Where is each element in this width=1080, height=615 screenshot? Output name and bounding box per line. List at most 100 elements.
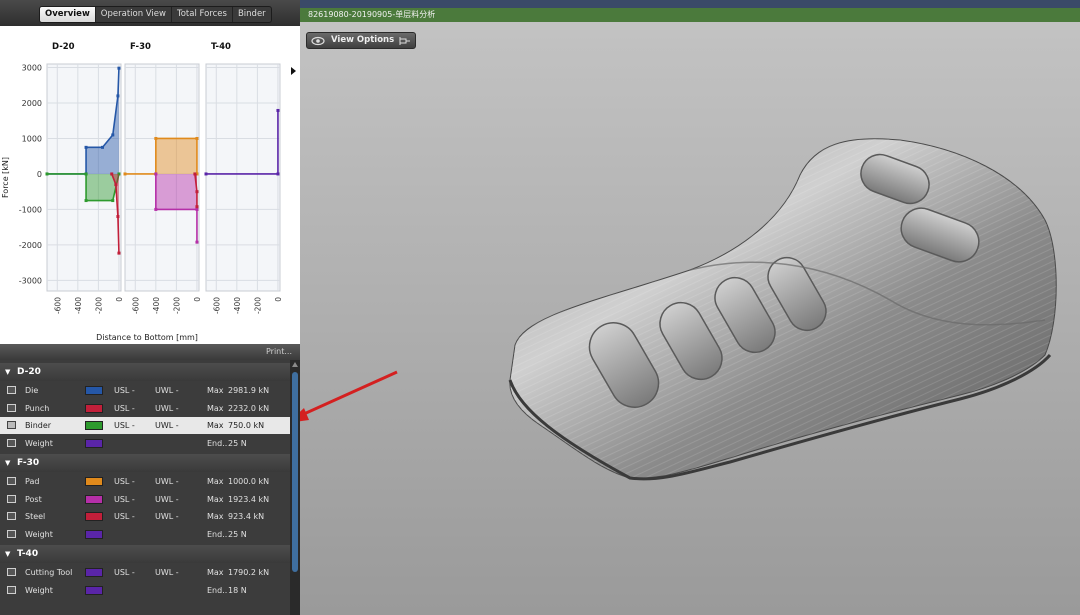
collapse-triangle-icon[interactable]: ▼: [5, 363, 10, 381]
y-tick-label: 1000: [22, 134, 42, 143]
x-tick-label: 0: [274, 297, 283, 302]
usl-value: USL -: [114, 494, 135, 504]
max-label: End..: [207, 585, 228, 595]
chart-view-icon[interactable]: [7, 438, 16, 447]
item-label: Cutting Tool: [25, 568, 73, 577]
color-swatch[interactable]: [85, 529, 103, 539]
item-label: Weight: [25, 529, 53, 539]
window-top-strip: [300, 0, 1080, 8]
force-row-weight[interactable]: Weight End.. 25 N: [0, 525, 290, 543]
x-tick-label: -200: [172, 297, 181, 314]
x-tick-label: 0: [115, 297, 124, 302]
view-options-button[interactable]: View Options: [306, 32, 416, 49]
y-axis-label: Force [kN]: [1, 157, 10, 198]
chart-view-icon[interactable]: [7, 529, 16, 538]
max-label: Max: [207, 477, 224, 486]
max-value: 750.0 kN: [228, 421, 265, 430]
force-row-weight[interactable]: Weight End.. 25 N: [0, 434, 290, 452]
view-tabs: Overview Operation View Total Forces Bin…: [39, 6, 272, 23]
data-point: [276, 108, 280, 112]
color-swatch[interactable]: [85, 421, 103, 430]
x-tick-label: -400: [233, 297, 242, 314]
item-label: Binder: [25, 421, 52, 430]
max-label: Max: [207, 494, 224, 504]
tab-total-forces[interactable]: Total Forces: [172, 7, 233, 22]
chart-view-icon[interactable]: [7, 403, 16, 412]
print-button[interactable]: Print...: [266, 347, 292, 356]
list-scrollbar[interactable]: [290, 360, 300, 615]
force-row-post[interactable]: Post USL - UWL - Max 1923.4 kN: [0, 490, 290, 508]
color-swatch[interactable]: [85, 512, 103, 521]
group-name: D-20: [17, 367, 41, 377]
data-point: [204, 172, 208, 176]
force-row-die[interactable]: Die USL - UWL - Max 2981.9 kN: [0, 382, 290, 399]
color-swatch[interactable]: [85, 403, 103, 413]
color-swatch[interactable]: [85, 494, 103, 504]
data-point: [195, 190, 199, 194]
color-swatch[interactable]: [85, 477, 103, 486]
y-tick-label: -1000: [19, 205, 42, 214]
usl-value: USL -: [114, 386, 135, 395]
max-value: 25 N: [228, 438, 247, 448]
tab-binder[interactable]: Binder: [233, 7, 271, 22]
chart-view-icon[interactable]: [7, 512, 16, 520]
force-row-binder[interactable]: Binder USL - UWL - Max 750.0 kN: [0, 417, 290, 434]
data-point: [117, 251, 121, 255]
chart-view-icon[interactable]: [7, 585, 16, 594]
max-label: Max: [207, 386, 224, 395]
x-axis-label: Distance to Bottom [mm]: [96, 333, 198, 342]
force-chart: Force [kN]3000200010000-1000-2000-3000Di…: [1, 42, 296, 342]
force-chart-panel: Force [kN] 3000 2000 1000 0 -1000 -2000 -3000 Di…: [0, 26, 300, 344]
collapse-triangle-icon[interactable]: ▼: [5, 454, 10, 472]
results-panel: Overview Operation View Total Forces Bin…: [0, 0, 300, 615]
group-header-d-20[interactable]: ▼ D-20: [0, 363, 290, 381]
group-header-t-40[interactable]: ▼ T-40: [0, 545, 290, 563]
force-row-cutting-tool[interactable]: Cutting Tool USL - UWL - Max 1790.2 kN: [0, 564, 290, 581]
3d-viewport[interactable]: 82619080-20190905-单层料分析 View Options: [300, 0, 1080, 615]
eye-icon: [311, 36, 325, 46]
data-point: [195, 136, 199, 140]
uwl-value: UWL -: [155, 494, 179, 504]
next-panel-arrow-icon[interactable]: [291, 67, 296, 75]
color-swatch[interactable]: [85, 438, 103, 448]
tab-overview[interactable]: Overview: [40, 7, 96, 22]
force-row-weight[interactable]: Weight End.. 18 N: [0, 581, 290, 599]
force-row-punch[interactable]: Punch USL - UWL - Max 2232.0 kN: [0, 399, 290, 417]
y-tick-label: 2000: [22, 99, 42, 108]
panel-title: D-20: [52, 42, 75, 52]
scroll-thumb[interactable]: [292, 372, 298, 572]
color-swatch[interactable]: [85, 568, 103, 577]
tab-operation-view[interactable]: Operation View: [96, 7, 172, 22]
force-row-steel[interactable]: Steel USL - UWL - Max 923.4 kN: [0, 508, 290, 525]
force-row-pad[interactable]: Pad USL - UWL - Max 1000.0 kN: [0, 473, 290, 490]
uwl-value: UWL -: [155, 386, 179, 395]
x-tick-label: -200: [253, 297, 262, 314]
collapse-triangle-icon[interactable]: ▼: [5, 545, 10, 563]
data-point: [111, 133, 115, 137]
panel-title: F-30: [130, 42, 151, 52]
x-tick-label: 0: [193, 297, 202, 302]
item-label: Weight: [25, 438, 53, 448]
uwl-value: UWL -: [155, 512, 179, 521]
chart-view-icon[interactable]: [7, 568, 16, 576]
pin-icon[interactable]: [399, 36, 411, 46]
chart-view-icon[interactable]: [7, 386, 16, 394]
chart-view-icon[interactable]: [7, 477, 16, 485]
scroll-up-arrow-icon[interactable]: [292, 362, 298, 367]
max-label: Max: [207, 421, 224, 430]
usl-value: USL -: [114, 512, 135, 521]
x-tick-label: -400: [74, 297, 83, 314]
uwl-value: UWL -: [155, 421, 179, 430]
color-swatch[interactable]: [85, 585, 103, 595]
data-point: [101, 145, 104, 149]
color-swatch[interactable]: [85, 386, 103, 395]
uwl-value: UWL -: [155, 403, 179, 413]
max-value: 25 N: [228, 529, 247, 539]
data-point: [110, 172, 114, 176]
data-point: [111, 199, 115, 203]
chart-view-icon[interactable]: [7, 494, 16, 503]
stamped-part-model[interactable]: [300, 0, 1080, 615]
group-header-f-30[interactable]: ▼ F-30: [0, 454, 290, 472]
chart-panel-background: [205, 63, 281, 292]
chart-view-icon[interactable]: [7, 421, 16, 429]
